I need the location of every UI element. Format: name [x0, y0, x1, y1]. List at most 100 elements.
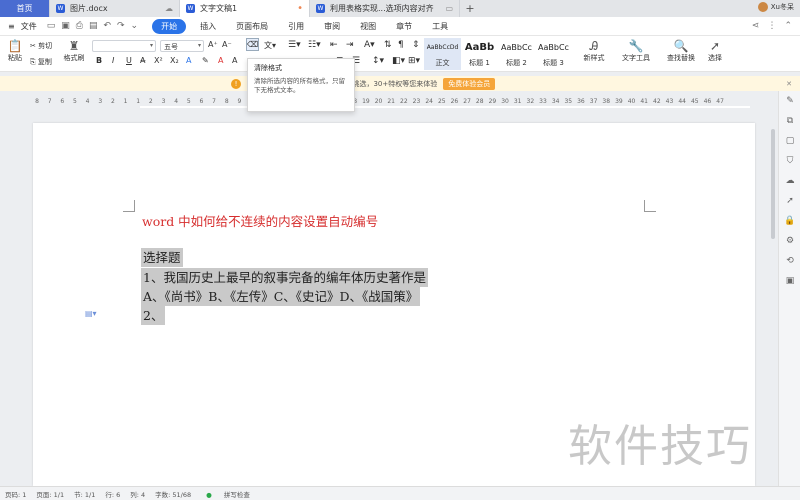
increase-indent-button[interactable]: ⇥	[346, 40, 354, 50]
collapse-icon[interactable]: ⌃	[784, 21, 792, 31]
free-trial-button[interactable]: 免费体验会员	[443, 77, 496, 90]
menu-tools[interactable]: 工具	[422, 21, 458, 32]
paragraph-handle-icon[interactable]: ▤▾	[85, 309, 97, 318]
tab-document[interactable]: W 图片.docx ☁	[50, 0, 180, 17]
bullet-list-button[interactable]: ☰▾	[288, 40, 301, 50]
font-name-select[interactable]: ▾	[92, 40, 156, 52]
word-file-icon: W	[316, 4, 325, 13]
bold-button[interactable]: B	[96, 56, 102, 65]
shield-icon[interactable]: ⛉	[779, 151, 800, 171]
cut-button[interactable]: ✂ 剪切	[30, 41, 52, 51]
selected-text-line[interactable]: 2、	[141, 306, 166, 325]
menu-start[interactable]: 开始	[152, 18, 187, 34]
horizontal-ruler[interactable]: 8765432112345678910111213141516171819202…	[0, 95, 768, 109]
tab-document-active[interactable]: W 文字文稿1 •	[180, 0, 310, 17]
format-painter-button[interactable]: ♜ 格式刷	[62, 39, 86, 63]
italic-button[interactable]: I	[112, 56, 114, 65]
lock-icon[interactable]: 🔒	[779, 211, 800, 231]
highlight-button[interactable]: ✎	[202, 56, 209, 65]
menu-view[interactable]: 视图	[350, 21, 386, 32]
spell-check[interactable]: ● 拼写检查	[201, 489, 255, 499]
phonetic-button[interactable]: 文▾	[264, 40, 276, 51]
menu-insert[interactable]: 插入	[190, 21, 226, 32]
underline-button[interactable]: U	[126, 56, 132, 65]
new-tab-button[interactable]: +	[460, 0, 480, 17]
preview-icon[interactable]: ▤	[89, 21, 98, 31]
menu-file[interactable]: 文件	[19, 21, 47, 32]
tab-document[interactable]: W 利用表格实现...选项内容对齐 ▭	[310, 0, 460, 17]
style-heading-3[interactable]: AaBbCc 标题 3	[535, 38, 572, 70]
copy-pages-icon[interactable]: ⧉	[779, 111, 800, 131]
redo-icon[interactable]: ↷	[117, 21, 125, 31]
text-effect-button[interactable]: A	[186, 56, 191, 65]
open-icon[interactable]: ▭	[47, 21, 56, 31]
scroll-thumb[interactable]	[771, 129, 775, 239]
chinese-layout-button[interactable]: A▾	[364, 40, 375, 50]
user-account[interactable]: Xu冬呆	[757, 2, 794, 12]
menu-references[interactable]: 引用	[278, 21, 314, 32]
image-icon[interactable]: ▣	[779, 271, 800, 291]
settings-icon[interactable]: ⚙	[779, 231, 800, 251]
font-size-select[interactable]: 五号 ▾	[160, 40, 204, 52]
font-color-button[interactable]: A	[218, 56, 223, 65]
edit-icon[interactable]: ✎	[779, 91, 800, 111]
sort-button[interactable]: ⇅	[384, 40, 392, 50]
document-heading[interactable]: word 中如何给不连续的内容设置自动编号	[142, 211, 378, 230]
style-normal[interactable]: AaBbCcDd 正文	[424, 38, 461, 70]
decrease-indent-button[interactable]: ⇤	[330, 40, 338, 50]
print-icon[interactable]: ⎙	[76, 21, 83, 31]
tab-home[interactable]: 首页	[0, 0, 50, 17]
numbered-list-button[interactable]: ☷▾	[308, 40, 321, 50]
eraser-icon: ⌫	[247, 40, 259, 49]
undo-icon[interactable]: ↶	[103, 21, 111, 31]
more-icon[interactable]: ⌄	[131, 21, 139, 31]
select-button[interactable]: ➚ 选择	[704, 39, 726, 63]
save-icon[interactable]: ▣	[61, 21, 70, 31]
line-spacing-dropdown[interactable]: ↕▾	[372, 56, 384, 66]
line-spacing-button[interactable]: ⇕	[412, 40, 420, 50]
text-tools-button[interactable]: 🔧 文字工具	[620, 39, 652, 63]
char-border-button[interactable]: A	[232, 56, 237, 65]
brush-icon: ♜	[68, 39, 80, 53]
new-style-button[interactable]: Ꭿ 新样式	[580, 39, 608, 63]
subscript-button[interactable]: X₂	[170, 56, 179, 65]
shrink-font-button[interactable]: A⁻	[222, 40, 232, 49]
menu-layout[interactable]: 页面布局	[226, 21, 278, 32]
close-icon[interactable]: ✕	[786, 80, 792, 88]
document-icon[interactable]: ▢	[779, 131, 800, 151]
superscript-button[interactable]: X²	[154, 56, 163, 65]
chevron-down-icon: ▾	[149, 42, 153, 49]
style-heading-2[interactable]: AaBbCc 标题 2	[498, 38, 535, 70]
grow-font-button[interactable]: A⁺	[208, 40, 218, 49]
share-icon[interactable]: ⋖	[752, 21, 760, 31]
tab-bar: 首页 W 图片.docx ☁ W 文字文稿1 • W 利用表格实现...选项内容对齐 ▭ +…	[0, 0, 800, 17]
menu-hamburger-icon[interactable]: ≡	[0, 22, 19, 31]
paste-button[interactable]: 📋 粘贴	[4, 39, 26, 63]
menu-review[interactable]: 审阅	[314, 21, 350, 32]
cloud-icon[interactable]: ☁	[779, 171, 800, 191]
copy-button[interactable]: ⎘ 复制	[30, 57, 52, 67]
selected-text-line[interactable]: A、《尚书》B、《左传》C、《史记》D、《战国策》	[141, 287, 421, 306]
more-options-icon[interactable]: ⋮	[767, 21, 776, 31]
selected-text-line[interactable]: 1、我国历史上最早的叙事完备的编年体历史著作是	[141, 268, 428, 287]
menu-section[interactable]: 章节	[386, 21, 422, 32]
border-button[interactable]: ⊞▾	[408, 56, 420, 66]
word-file-icon: W	[56, 4, 65, 13]
selected-text-line[interactable]: 选择题	[141, 248, 183, 267]
strikethrough-button[interactable]: A̶	[140, 56, 145, 65]
shading-button[interactable]: ◧▾	[392, 56, 405, 66]
style-heading-1[interactable]: AaBb 标题 1	[461, 38, 498, 70]
ruler-track	[140, 106, 750, 108]
format-painter-label: 格式刷	[63, 54, 85, 62]
cursor-icon: ➚	[709, 39, 721, 53]
status-col: 列: 4	[130, 490, 146, 499]
copy-label: 复制	[37, 58, 52, 66]
show-marks-button[interactable]: ¶	[398, 40, 404, 50]
status-words[interactable]: 字数: 51/68	[155, 489, 191, 499]
pointer-icon[interactable]: ➚	[779, 191, 800, 211]
clear-format-button[interactable]: ⌫	[246, 38, 259, 51]
status-pages: 页面: 1/1	[36, 490, 65, 499]
history-icon[interactable]: ⟲	[779, 251, 800, 271]
vertical-scrollbar[interactable]	[770, 109, 776, 484]
find-replace-button[interactable]: 🔍 查找替换	[664, 39, 698, 63]
